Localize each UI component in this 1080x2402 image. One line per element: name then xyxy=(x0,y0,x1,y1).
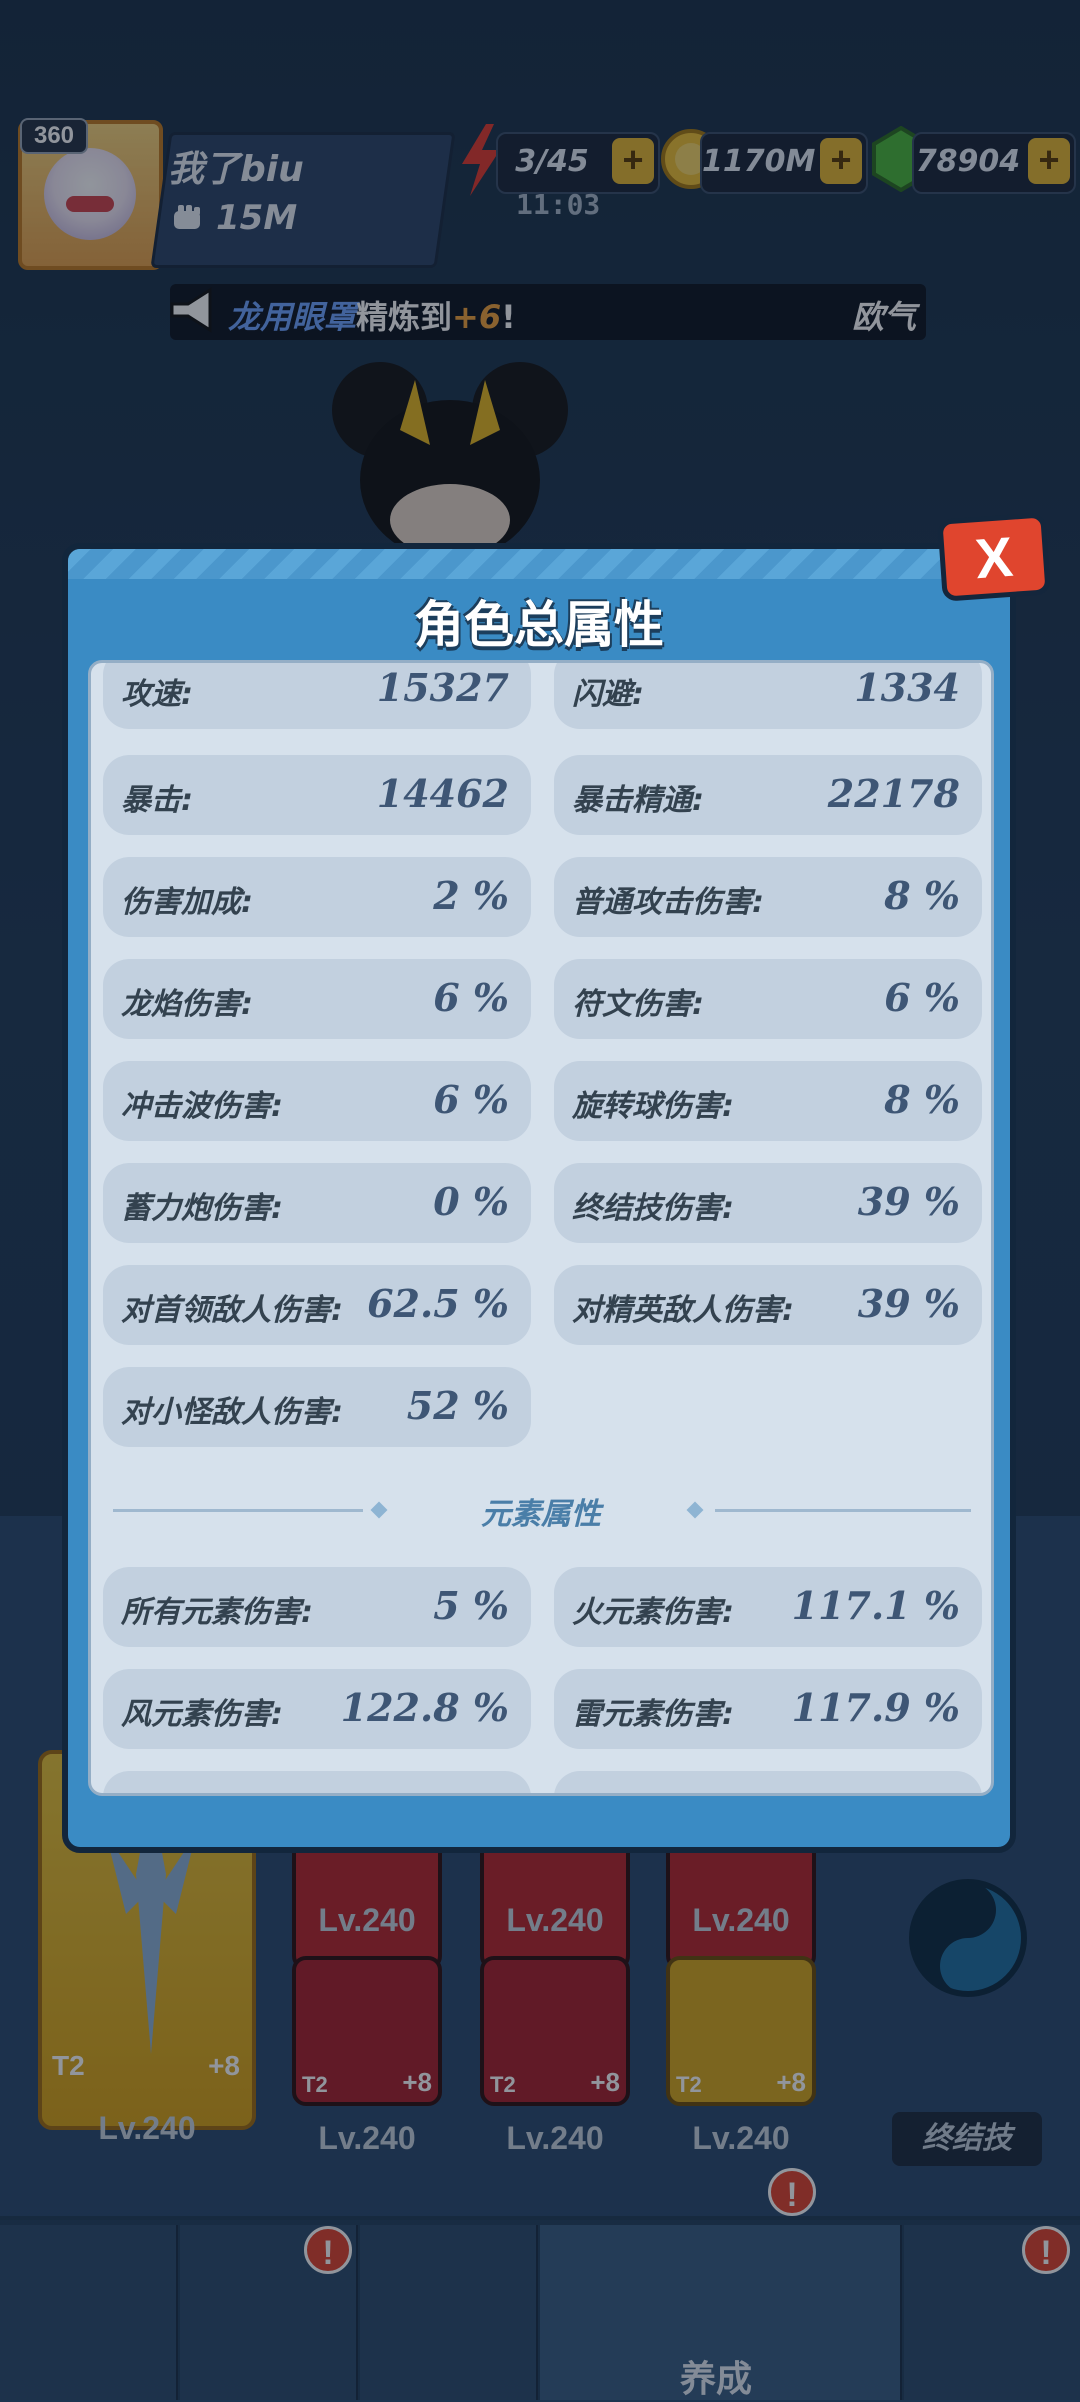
stat-value: 8 % xyxy=(884,1077,960,1122)
stat-label: 龙焰伤害: xyxy=(121,987,253,1022)
section-divider xyxy=(715,1509,971,1512)
stat-row: 旋转球伤害: 8 % xyxy=(554,1061,982,1141)
stat-label: 冲击波伤害: xyxy=(121,1089,283,1124)
stat-label: 闪避: xyxy=(572,677,644,712)
stat-label: 对精英敌人伤害: xyxy=(572,1293,794,1328)
stat-label: 符文伤害: xyxy=(572,987,704,1022)
stat-label: 普通攻击伤害: xyxy=(572,885,764,920)
stat-value: 6 % xyxy=(884,975,960,1020)
stat-row: 对精英敌人伤害: 39 % xyxy=(554,1265,982,1345)
modal-header-stripe xyxy=(68,549,1010,579)
stat-value: 8 % xyxy=(884,873,960,918)
attributes-panel[interactable]: 攻速: 15327 闪避: 1334 暴击: 14462 暴击精通: 22178 伤害加… xyxy=(88,660,994,1796)
stat-value: 6 % xyxy=(433,975,509,1020)
element-stat-row: 风元素伤害: 122.8 % xyxy=(103,1669,531,1749)
stat-label: 雷元素伤害: xyxy=(572,1697,734,1732)
stat-label: 旋转球伤害: xyxy=(572,1089,734,1124)
stat-label: 终结技伤害: xyxy=(572,1191,734,1226)
stat-value: 122.8 % xyxy=(340,1685,509,1730)
element-stat-row: 所有元素伤害: 5 % xyxy=(103,1567,531,1647)
stat-row: 普通攻击伤害: 8 % xyxy=(554,857,982,937)
element-stat-row: 火元素伤害: 117.1 % xyxy=(554,1567,982,1647)
stat-value: 0 % xyxy=(433,1179,509,1224)
stat-label: 伤害加成: xyxy=(121,885,253,920)
stat-label: 火元素伤害: xyxy=(572,1595,734,1630)
stat-row: 终结技伤害: 39 % xyxy=(554,1163,982,1243)
stat-label: 所有元素伤害: xyxy=(121,1595,313,1630)
stat-row: 对小怪敌人伤害: 52 % xyxy=(103,1367,531,1447)
stat-row: 伤害加成: 2 % xyxy=(103,857,531,937)
stat-row: 攻速: 15327 xyxy=(103,663,531,729)
stat-row: 对首领敌人伤害: 62.5 % xyxy=(103,1265,531,1345)
element-stat-row: 雷元素伤害: 117.9 % xyxy=(554,1669,982,1749)
close-icon: X xyxy=(973,524,1015,591)
stat-row: 暴击精通: 22178 xyxy=(554,755,982,835)
stat-value: 5 % xyxy=(433,1583,509,1628)
stat-label: 对首领敌人伤害: xyxy=(121,1293,343,1328)
stat-value: 39 % xyxy=(857,1281,960,1326)
stat-row: 蓄力炮伤害: 0 % xyxy=(103,1163,531,1243)
stat-value: 6 % xyxy=(433,1077,509,1122)
close-button[interactable]: X xyxy=(937,512,1051,602)
stat-row-partial xyxy=(554,1771,982,1793)
stat-value: 117.1 % xyxy=(791,1583,960,1628)
stat-value: 14462 xyxy=(376,771,509,816)
stat-row-partial xyxy=(103,1771,531,1793)
stat-value: 15327 xyxy=(376,665,509,710)
stat-value: 52 % xyxy=(406,1383,509,1428)
stat-value: 1334 xyxy=(854,665,960,710)
stat-label: 对小怪敌人伤害: xyxy=(121,1395,343,1430)
stat-label: 蓄力炮伤害: xyxy=(121,1191,283,1226)
stat-row: 闪避: 1334 xyxy=(554,663,982,729)
stat-row: 符文伤害: 6 % xyxy=(554,959,982,1039)
stat-value: 2 % xyxy=(433,873,509,918)
stat-label: 攻速: xyxy=(121,677,193,712)
stat-value: 62.5 % xyxy=(367,1281,509,1326)
stat-value: 117.9 % xyxy=(791,1685,960,1730)
stat-value: 39 % xyxy=(857,1179,960,1224)
stat-label: 暴击精通: xyxy=(572,783,704,818)
stat-label: 风元素伤害: xyxy=(121,1697,283,1732)
modal-title: 角色总属性 xyxy=(414,596,664,654)
stat-row: 龙焰伤害: 6 % xyxy=(103,959,531,1039)
stat-value: 22178 xyxy=(827,771,960,816)
stat-label: 暴击: xyxy=(121,783,193,818)
stat-row: 暴击: 14462 xyxy=(103,755,531,835)
stat-row: 冲击波伤害: 6 % xyxy=(103,1061,531,1141)
